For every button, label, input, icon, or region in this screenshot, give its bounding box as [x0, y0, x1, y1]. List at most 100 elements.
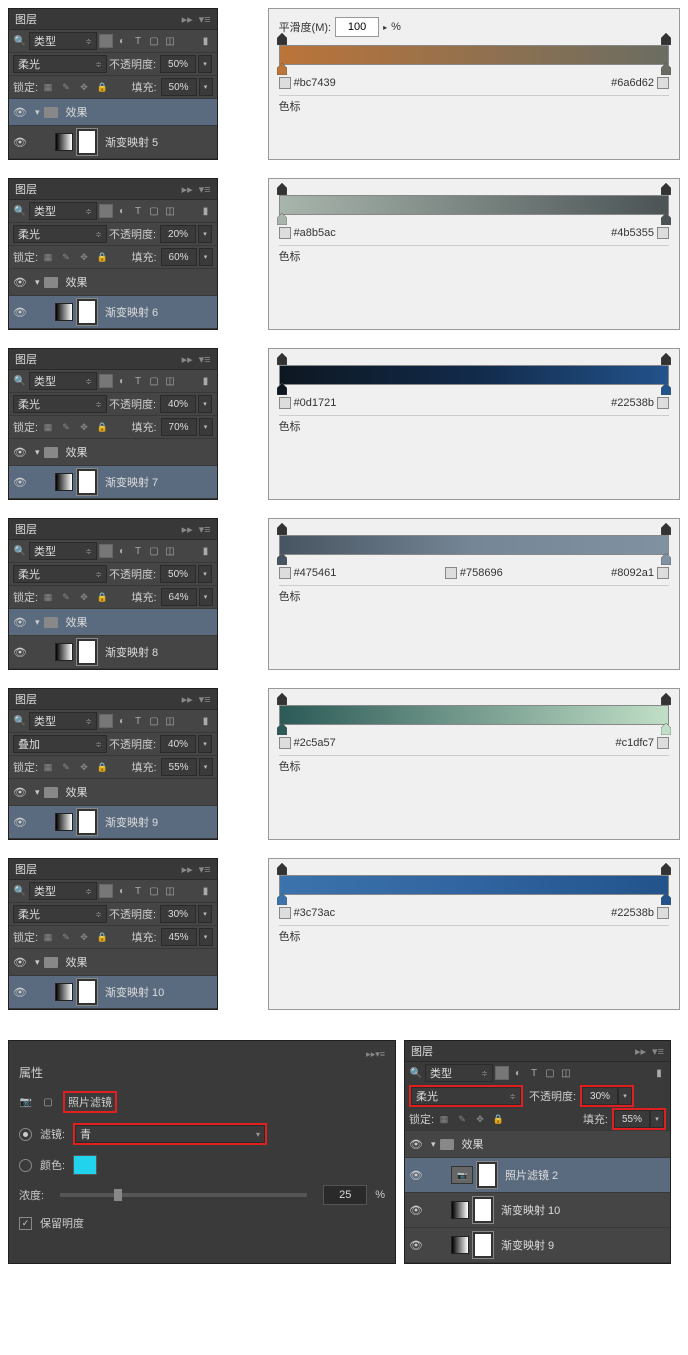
chevron-down-icon[interactable]: ▾ [35, 107, 40, 118]
filter-type-icon[interactable]: T [131, 544, 145, 558]
visibility-icon[interactable]: 👁 [405, 1138, 427, 1151]
fill-value[interactable]: 55% [614, 1110, 650, 1128]
filter-pixel-icon[interactable] [99, 544, 113, 558]
chevron-down-icon[interactable]: ▾ [35, 617, 40, 628]
visibility-icon[interactable]: 👁 [405, 1169, 427, 1182]
visibility-icon[interactable]: 👁 [9, 646, 31, 659]
filter-adjust-icon[interactable]: ◐ [115, 374, 129, 388]
fill-stepper[interactable]: ▾ [199, 588, 213, 606]
search-icon[interactable]: 🔍 [13, 204, 27, 218]
color-stop-right[interactable] [661, 893, 671, 905]
filter-pixel-icon[interactable] [99, 884, 113, 898]
opacity-stop-left[interactable] [277, 33, 287, 45]
filter-type-icon[interactable]: T [131, 204, 145, 218]
adjustment-thumb[interactable] [55, 303, 73, 321]
filter-smart-icon[interactable]: ◫ [559, 1066, 573, 1080]
filter-type-dropdown[interactable]: 类型≑ [29, 372, 97, 390]
filter-shape-icon[interactable]: ▢ [147, 714, 161, 728]
color-stop-right[interactable] [661, 723, 671, 735]
filter-smart-icon[interactable]: ◫ [163, 34, 177, 48]
menu-icon[interactable]: ▾≡ [199, 183, 211, 196]
visibility-icon[interactable]: 👁 [9, 106, 31, 119]
layer-name[interactable]: 渐变映射 9 [105, 814, 158, 830]
search-icon[interactable]: 🔍 [409, 1066, 423, 1080]
opacity-value[interactable]: 20% [160, 225, 196, 243]
blend-mode-dropdown[interactable]: 柔光≑ [13, 225, 107, 243]
gradient-bar[interactable] [279, 195, 669, 213]
lock-position-icon[interactable]: ✥ [78, 931, 90, 943]
layers-tab[interactable]: 图层 [411, 1043, 433, 1059]
opacity-stop-right[interactable] [661, 33, 671, 45]
filter-pixel-icon[interactable] [99, 374, 113, 388]
lock-all-icon[interactable]: 🔒 [492, 1113, 504, 1125]
blend-mode-dropdown[interactable]: 柔光≑ [13, 905, 107, 923]
search-icon[interactable]: 🔍 [13, 884, 27, 898]
adjustment-thumb[interactable] [55, 643, 73, 661]
folder-name[interactable]: 效果 [66, 954, 88, 970]
layers-tab[interactable]: 图层 [15, 181, 37, 197]
folder-row[interactable]: 👁 ▾效果 [405, 1131, 670, 1158]
filter-shape-icon[interactable]: ▢ [543, 1066, 557, 1080]
filter-type-icon[interactable]: T [131, 884, 145, 898]
lock-paint-icon[interactable]: ✎ [60, 421, 72, 433]
chevron-down-icon[interactable]: ▾ [35, 787, 40, 798]
filter-toggle[interactable]: ▮ [199, 544, 213, 558]
filter-pixel-icon[interactable] [99, 34, 113, 48]
visibility-icon[interactable]: 👁 [9, 986, 31, 999]
mask-thumb[interactable] [477, 1162, 497, 1188]
filter-smart-icon[interactable]: ◫ [163, 714, 177, 728]
layer-name[interactable]: 渐变映射 7 [105, 474, 158, 490]
smooth-input[interactable] [335, 17, 379, 37]
filter-dropdown[interactable]: 青▾ [75, 1125, 265, 1143]
layer-name[interactable]: 渐变映射 8 [105, 644, 158, 660]
filter-smart-icon[interactable]: ◫ [163, 544, 177, 558]
layer-name[interactable]: 渐变映射 5 [105, 134, 158, 150]
lock-paint-icon[interactable]: ✎ [60, 591, 72, 603]
menu-icon[interactable]: ▾≡ [199, 693, 211, 706]
folder-row[interactable]: 👁 ▾效果 [9, 269, 217, 296]
filter-type-icon[interactable]: T [131, 714, 145, 728]
filter-type-icon[interactable]: T [131, 34, 145, 48]
lock-all-icon[interactable]: 🔒 [96, 591, 108, 603]
filter-type-icon[interactable]: T [131, 374, 145, 388]
adjustment-thumb[interactable] [55, 473, 73, 491]
layers-tab[interactable]: 图层 [15, 521, 37, 537]
opacity-stepper[interactable]: ▾ [198, 735, 212, 753]
adjustment-thumb[interactable]: 📷 [451, 1166, 473, 1184]
opacity-stepper[interactable]: ▾ [198, 565, 212, 583]
color-stop-left[interactable] [277, 723, 287, 735]
opacity-stepper[interactable]: ▾ [198, 905, 212, 923]
opacity-stepper[interactable]: ▾ [198, 55, 212, 73]
lock-paint-icon[interactable]: ✎ [60, 81, 72, 93]
blend-mode-dropdown[interactable]: 柔光≑ [13, 395, 107, 413]
layers-tab[interactable]: 图层 [15, 351, 37, 367]
fill-value[interactable]: 45% [161, 928, 197, 946]
menu-icon[interactable]: ▾≡ [199, 523, 211, 536]
color-stop-left[interactable] [277, 383, 287, 395]
filter-pixel-icon[interactable] [99, 714, 113, 728]
chevron-down-icon[interactable]: ▾ [431, 1139, 436, 1150]
layers-tab[interactable]: 图层 [15, 11, 37, 27]
filter-adjust-icon[interactable]: ◐ [115, 544, 129, 558]
folder-name[interactable]: 效果 [66, 444, 88, 460]
filter-smart-icon[interactable]: ◫ [163, 884, 177, 898]
blend-mode-dropdown[interactable]: 叠加≑ [13, 735, 107, 753]
filter-adjust-icon[interactable]: ◐ [115, 714, 129, 728]
blend-mode-dropdown[interactable]: 柔光≑ [13, 55, 107, 73]
folder-row[interactable]: 👁 ▾效果 [9, 609, 217, 636]
visibility-icon[interactable]: 👁 [9, 276, 31, 289]
gradient-bar[interactable] [279, 705, 669, 723]
chevron-down-icon[interactable]: ▾ [35, 447, 40, 458]
opacity-value[interactable]: 30% [582, 1087, 618, 1105]
gradient-bar[interactable] [279, 45, 669, 63]
fill-value[interactable]: 70% [161, 418, 197, 436]
fill-stepper[interactable]: ▾ [650, 1110, 664, 1128]
fill-value[interactable]: 50% [161, 78, 197, 96]
opacity-value[interactable]: 50% [160, 565, 196, 583]
lock-position-icon[interactable]: ✥ [78, 761, 90, 773]
layer-name[interactable]: 渐变映射 10 [501, 1202, 560, 1218]
lock-all-icon[interactable]: 🔒 [96, 421, 108, 433]
visibility-icon[interactable]: 👁 [9, 306, 31, 319]
lock-transparency-icon[interactable]: ▦ [42, 761, 54, 773]
filter-adjust-icon[interactable]: ◐ [115, 204, 129, 218]
